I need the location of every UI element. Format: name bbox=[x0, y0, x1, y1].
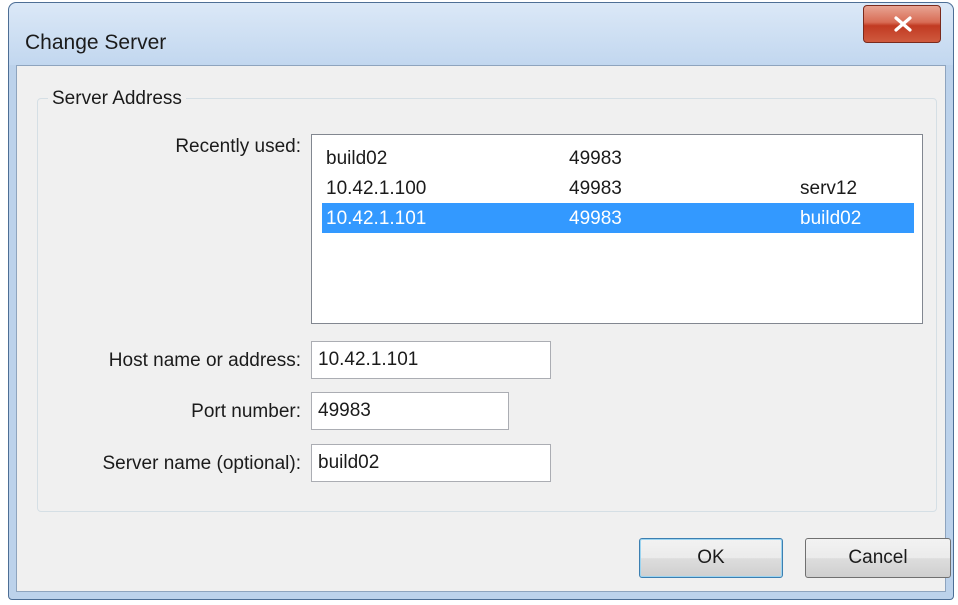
list-item[interactable]: build02 49983 bbox=[322, 143, 914, 173]
port-label: Port number: bbox=[191, 401, 301, 422]
cancel-button[interactable]: Cancel bbox=[805, 538, 951, 578]
server-name-label: Server name (optional): bbox=[102, 453, 301, 474]
list-item-host: build02 bbox=[326, 148, 388, 169]
title-bar[interactable]: Change Server bbox=[9, 3, 953, 65]
server-name-input[interactable]: build02 bbox=[311, 444, 551, 482]
list-item-name: serv12 bbox=[800, 178, 858, 199]
list-item[interactable]: 10.42.1.100 49983 serv12 bbox=[322, 173, 914, 203]
close-button[interactable] bbox=[863, 5, 941, 43]
list-item-name: build02 bbox=[800, 208, 862, 229]
host-input[interactable]: 10.42.1.101 bbox=[311, 341, 551, 379]
recently-used-list[interactable]: build02 49983 10.42.1.100 49983 serv12 1… bbox=[311, 134, 923, 324]
list-item-port: 49983 bbox=[569, 178, 622, 199]
list-item-host: 10.42.1.100 bbox=[326, 178, 427, 199]
list-item-selected[interactable]: 10.42.1.101 49983 build02 bbox=[322, 203, 914, 233]
change-server-dialog: Change Server Server Address Recently us… bbox=[8, 2, 954, 600]
group-title: Server Address bbox=[48, 88, 186, 110]
port-input[interactable]: 49983 bbox=[311, 392, 509, 430]
list-item-port: 49983 bbox=[569, 208, 622, 229]
ok-button[interactable]: OK bbox=[639, 538, 783, 578]
list-item-port: 49983 bbox=[569, 148, 622, 169]
host-label: Host name or address: bbox=[108, 350, 301, 371]
recently-used-label: Recently used: bbox=[175, 136, 301, 157]
window-title: Change Server bbox=[25, 31, 167, 54]
list-item-host: 10.42.1.101 bbox=[326, 208, 427, 229]
close-icon bbox=[894, 16, 912, 32]
dialog-body: Server Address Recently used: build02 49… bbox=[16, 65, 951, 592]
